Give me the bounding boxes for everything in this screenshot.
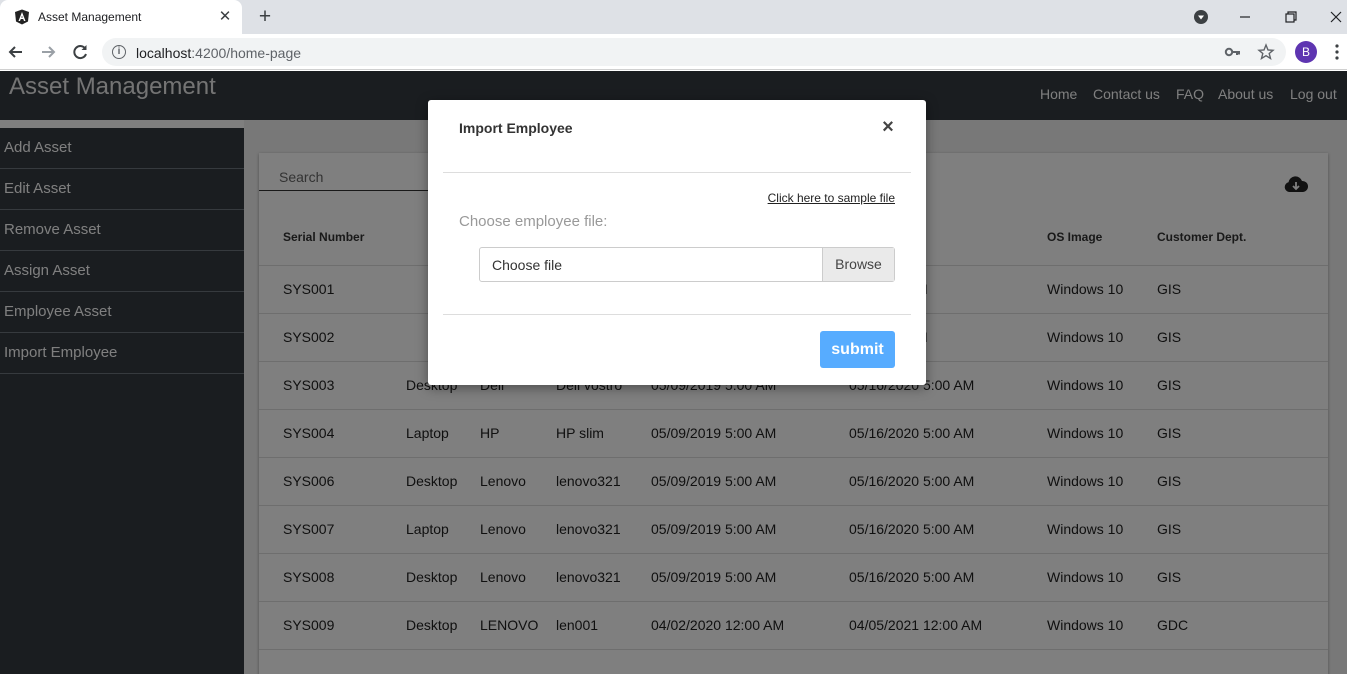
url-text: localhost:4200/home-page bbox=[136, 45, 301, 61]
file-input[interactable]: Choose file Browse bbox=[479, 247, 895, 282]
back-icon[interactable] bbox=[5, 41, 27, 63]
url-host: localhost bbox=[136, 45, 192, 61]
key-icon[interactable] bbox=[1224, 43, 1242, 61]
reload-icon[interactable] bbox=[69, 41, 91, 63]
divider bbox=[443, 314, 911, 315]
tab-strip: Asset Management ✕ + bbox=[0, 0, 1347, 34]
address-bar[interactable]: i localhost:4200/home-page bbox=[102, 38, 1286, 66]
star-icon[interactable] bbox=[1257, 43, 1275, 61]
browser-toolbar: i localhost:4200/home-page B bbox=[0, 34, 1347, 70]
url-path: :4200/home-page bbox=[191, 45, 302, 61]
import-employee-modal: Import Employee × Click here to sample f… bbox=[428, 100, 926, 385]
screen: Asset Management ✕ + i localhost:4200/ho… bbox=[0, 0, 1347, 674]
new-tab-button[interactable]: + bbox=[254, 6, 276, 28]
file-input-text: Choose file bbox=[492, 257, 563, 273]
minimize-icon[interactable] bbox=[1233, 6, 1257, 28]
menu-icon[interactable] bbox=[1330, 41, 1344, 63]
divider bbox=[443, 172, 911, 173]
choose-file-label: Choose employee file: bbox=[459, 213, 608, 230]
browse-button[interactable]: Browse bbox=[822, 248, 894, 281]
info-icon[interactable]: i bbox=[112, 45, 126, 59]
restore-icon[interactable] bbox=[1279, 6, 1303, 28]
submit-button[interactable]: submit bbox=[820, 331, 895, 368]
modal-close-icon[interactable]: × bbox=[878, 117, 898, 137]
tab-close-icon[interactable]: ✕ bbox=[216, 8, 234, 26]
profile-avatar[interactable]: B bbox=[1295, 41, 1317, 63]
forward-icon[interactable] bbox=[37, 41, 59, 63]
browser-tab[interactable]: Asset Management ✕ bbox=[0, 0, 242, 34]
tab-search-icon[interactable] bbox=[1189, 6, 1213, 28]
sample-file-link[interactable]: Click here to sample file bbox=[768, 191, 895, 205]
window-close-icon[interactable] bbox=[1324, 6, 1347, 28]
tab-title: Asset Management bbox=[38, 10, 142, 24]
modal-title: Import Employee bbox=[459, 120, 573, 136]
angular-favicon-icon bbox=[15, 9, 29, 25]
